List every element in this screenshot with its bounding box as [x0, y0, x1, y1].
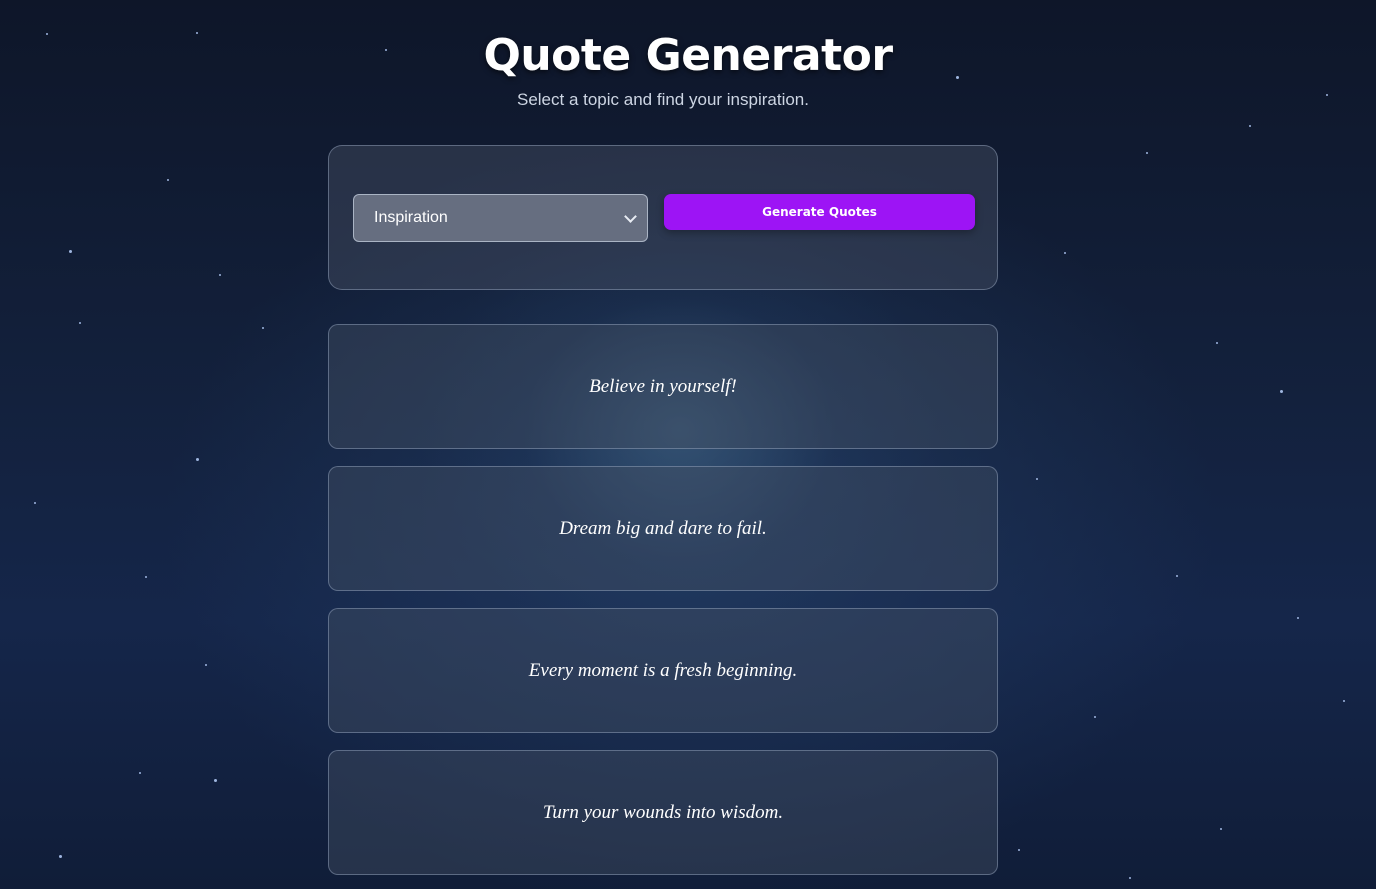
quote-text: Believe in yourself! — [589, 375, 737, 397]
page-title: Quote Generator — [483, 30, 893, 81]
generate-quotes-button[interactable]: Generate Quotes — [664, 194, 975, 230]
quote-card: Believe in yourself! — [328, 324, 998, 449]
quote-text: Turn your wounds into wisdom. — [542, 801, 784, 823]
topic-select-value: Inspiration — [374, 209, 448, 226]
quote-text: Every moment is a fresh beginning. — [528, 659, 798, 681]
quote-text: Dream big and dare to fail. — [559, 517, 767, 539]
controls-panel: Inspiration Generate Quotes — [328, 145, 998, 290]
quote-card: Dream big and dare to fail. — [328, 466, 998, 591]
page-subtitle: Select a topic and find your inspiration… — [516, 90, 809, 109]
quote-card: Every moment is a fresh beginning. — [328, 608, 998, 733]
topic-select[interactable]: Inspiration — [353, 194, 648, 242]
chevron-down-icon — [624, 209, 637, 223]
quote-card: Turn your wounds into wisdom. — [328, 750, 998, 875]
